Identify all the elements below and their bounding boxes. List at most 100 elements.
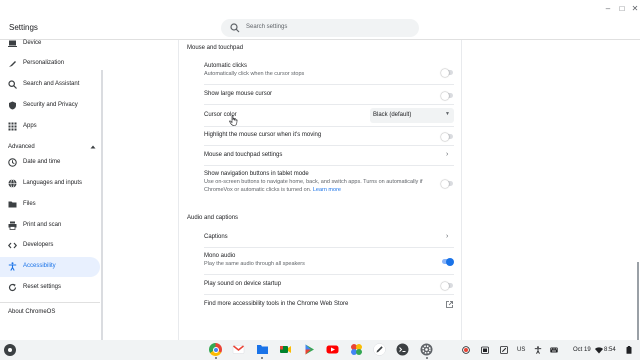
highlight-cursor-toggle[interactable] (441, 132, 453, 141)
nav-buttons-row[interactable]: Show navigation buttons in tablet mode U… (204, 171, 454, 194)
sidebar-item-accessibility[interactable]: Accessibility (0, 257, 100, 277)
sidebar-item-about[interactable]: About ChromeOS (8, 309, 55, 315)
sidebar-item-label: Device (23, 40, 42, 46)
laptop-icon (8, 40, 17, 47)
captions-row[interactable]: Captions (204, 234, 454, 240)
automatic-clicks-toggle[interactable] (441, 68, 453, 77)
settings-icon[interactable] (420, 343, 433, 356)
maximize-button[interactable]: □ (617, 4, 627, 14)
reset-icon (8, 283, 17, 292)
sidebar-item-files[interactable]: Files (0, 195, 100, 215)
nav-buttons-toggle[interactable] (441, 179, 453, 188)
battery-icon[interactable] (626, 346, 632, 354)
launcher-button[interactable] (4, 344, 16, 356)
row-label: Highlight the mouse cursor when it's mov… (204, 132, 322, 138)
stylus-icon[interactable] (500, 346, 508, 354)
date-label[interactable]: Oct 19 (573, 340, 591, 360)
divider (204, 165, 454, 166)
row-label: Show navigation buttons in tablet mode (204, 171, 309, 177)
sidebar-item-search-assistant[interactable]: Search and Assistant (0, 75, 100, 95)
dropdown-arrow-icon: ▼ (445, 111, 450, 117)
wifi-icon[interactable] (595, 346, 603, 354)
sidebar-item-label: Developers (23, 242, 54, 248)
shelf: US Oct 19 8:54 (0, 340, 640, 360)
mouse-settings-row[interactable]: Mouse and touchpad settings (204, 152, 454, 158)
startup-sound-toggle[interactable] (441, 281, 453, 290)
sidebar: Device Personalization Search and Assist… (0, 40, 102, 340)
search-icon (8, 80, 17, 89)
code-icon (8, 242, 17, 249)
sidebar-item-reset[interactable]: Reset settings (0, 278, 100, 298)
learn-more-link[interactable]: Learn more (313, 187, 341, 193)
sidebar-item-security[interactable]: Security and Privacy (0, 96, 100, 116)
mono-audio-row[interactable]: Mono audio Play the same audio through a… (204, 253, 454, 268)
divider (204, 247, 454, 248)
chevron-up-icon (90, 145, 96, 149)
sidebar-divider (0, 302, 100, 303)
sidebar-item-date-time[interactable]: Date and time (0, 153, 100, 173)
automatic-clicks-row[interactable]: Automatic clicks Automatically click whe… (204, 63, 454, 78)
chrome-icon[interactable] (209, 343, 222, 356)
sidebar-item-label: Languages and inputs (23, 180, 83, 186)
cursor-color-select[interactable]: Black (default) ▼ (370, 108, 454, 123)
divider (204, 126, 454, 127)
mono-audio-toggle[interactable] (442, 257, 454, 266)
printer-icon (8, 221, 17, 230)
external-link-icon (446, 301, 453, 308)
chevron-right-icon: › (446, 233, 449, 240)
advanced-section-toggle[interactable]: Advanced (8, 144, 35, 150)
web-store-row[interactable]: Find more accessibility tools in the Chr… (204, 301, 454, 307)
search-input[interactable]: Search settings (221, 19, 419, 37)
advanced-label: Advanced (8, 144, 35, 150)
section-title-audio: Audio and captions (187, 215, 239, 221)
divider (204, 104, 454, 105)
startup-sound-row[interactable]: Play sound on device startup (204, 281, 454, 287)
sidebar-item-developers[interactable]: Developers (0, 236, 100, 256)
accessibility-tray-icon[interactable] (534, 346, 542, 354)
youtube-icon[interactable] (326, 343, 339, 356)
mouse-cursor-icon (229, 115, 238, 126)
search-icon (230, 23, 240, 33)
play-store-icon[interactable] (303, 343, 316, 356)
sidebar-item-print-scan[interactable]: Print and scan (0, 216, 100, 236)
highlight-cursor-row[interactable]: Highlight the mouse cursor when it's mov… (204, 132, 454, 138)
time-label[interactable]: 8:54 (604, 340, 616, 360)
row-sublabel-line2: ChromeVox or automatic clicks is turned … (204, 187, 312, 193)
row-label: Mono audio (204, 253, 236, 259)
sidebar-item-label: Search and Assistant (23, 81, 80, 87)
pen-icon[interactable] (373, 343, 386, 356)
files-icon[interactable] (256, 343, 269, 356)
app-running-indicator (426, 357, 428, 359)
sidebar-item-languages[interactable]: Languages and inputs (0, 174, 100, 194)
meet-icon[interactable] (279, 343, 292, 356)
screen-record-icon[interactable] (462, 346, 470, 354)
content-scrollbar[interactable] (637, 262, 639, 340)
settings-content: Mouse and touchpad Automatic clicks Auto… (178, 40, 462, 340)
sidebar-item-apps[interactable]: Apps (0, 117, 100, 137)
keyboard-layout-indicator[interactable]: US (517, 340, 525, 360)
sidebar-item-label: Security and Privacy (23, 102, 78, 108)
brush-icon (9, 61, 16, 67)
gmail-icon[interactable] (232, 343, 245, 356)
sidebar-item-label: Reset settings (23, 284, 62, 290)
settings-window: Settings Search settings – □ ✕ Device Pe… (0, 0, 640, 340)
large-cursor-toggle[interactable] (441, 91, 453, 100)
virtual-keyboard-icon[interactable] (550, 346, 558, 354)
minimize-button[interactable]: – (603, 4, 613, 14)
sidebar-item-label: Apps (23, 123, 37, 129)
photos-icon[interactable] (350, 343, 363, 356)
chevron-right-icon: › (446, 151, 449, 158)
globe-icon (8, 179, 17, 188)
section-title-mouse: Mouse and touchpad (187, 45, 244, 51)
large-cursor-row[interactable]: Show large mouse cursor (204, 91, 454, 97)
row-label: Play sound on device startup (204, 281, 282, 287)
row-label: Show large mouse cursor (204, 91, 273, 97)
grid-icon (8, 122, 17, 131)
sidebar-item-device[interactable]: Device (0, 34, 100, 54)
sidebar-item-label: Print and scan (23, 222, 62, 228)
sidebar-item-personalization[interactable]: Personalization (0, 54, 100, 74)
sidebar-scrollbar[interactable] (101, 70, 103, 340)
terminal-icon[interactable] (396, 343, 409, 356)
clipboard-icon[interactable] (481, 346, 489, 354)
close-button[interactable]: ✕ (630, 4, 640, 14)
